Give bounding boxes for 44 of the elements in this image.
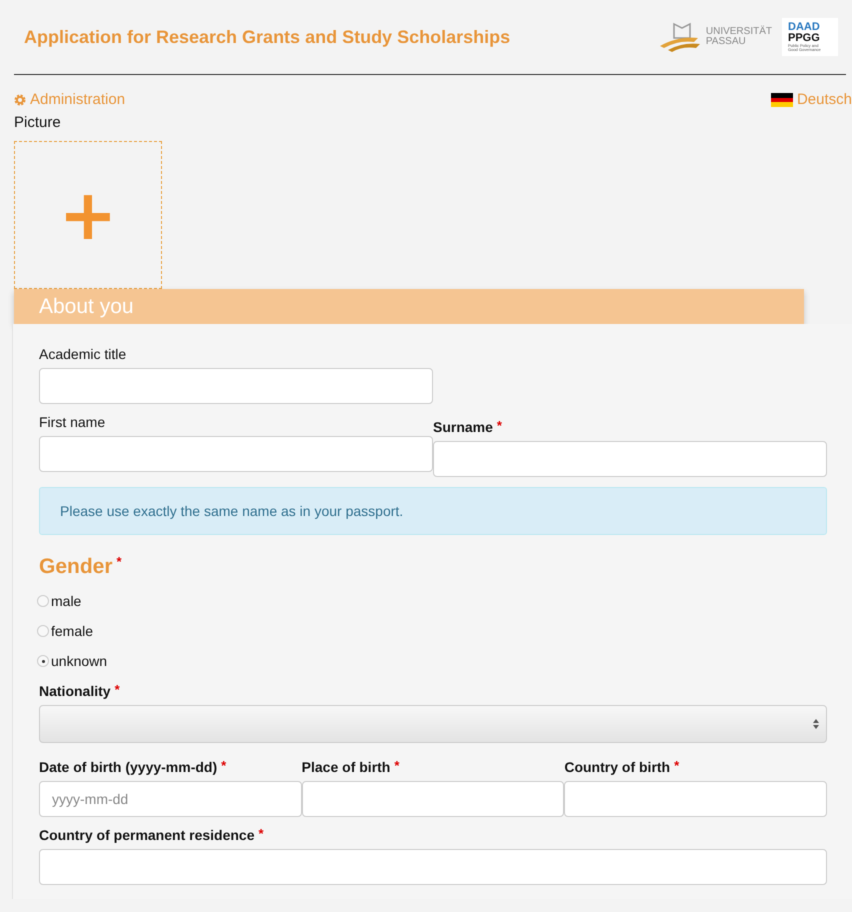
field-label: Nationality (39, 683, 111, 699)
required-marker: * (674, 759, 680, 772)
field-label: First name (39, 414, 106, 430)
required-marker: * (258, 827, 264, 840)
language-link[interactable]: Deutsch (770, 91, 852, 108)
nationality-select[interactable] (39, 705, 827, 743)
required-marker: * (496, 419, 502, 432)
radio-button[interactable] (37, 625, 49, 637)
logo-text: PPGG (788, 33, 821, 44)
input-field[interactable] (564, 781, 828, 817)
add-picture-button[interactable]: + (14, 141, 162, 289)
updown-icon (812, 718, 820, 730)
required-marker: * (114, 683, 120, 696)
input-field[interactable] (39, 849, 827, 885)
picture-label: Picture (14, 114, 62, 131)
page-title: Application for Research Grants and Study Scholarships (24, 26, 510, 48)
required-marker: * (116, 555, 122, 568)
input-field[interactable] (39, 436, 433, 472)
section-header: About you (14, 289, 804, 324)
administration-link[interactable]: Administration (14, 91, 126, 108)
logo-text: UNIVERSITÄT (706, 27, 772, 37)
input-field[interactable] (433, 441, 827, 477)
logo-text: PASSAU (706, 37, 747, 47)
input-field[interactable] (302, 781, 564, 817)
gender-heading: Gender (39, 555, 113, 579)
option-label: female (51, 623, 94, 639)
german-flag-icon (770, 92, 793, 106)
input-field[interactable]: yyyy-mm-dd (39, 781, 302, 817)
input-field[interactable] (39, 368, 433, 404)
option-label: unknown (51, 653, 108, 669)
logo-text: DAAD (788, 22, 821, 33)
required-marker: * (394, 759, 400, 772)
gear-icon (14, 94, 26, 106)
radio-button[interactable] (37, 595, 49, 607)
field-label: Date of birth (yyyy-mm-dd) (39, 759, 218, 775)
required-marker: * (221, 759, 226, 772)
field-label: Surname (433, 419, 493, 435)
radio-button[interactable] (37, 655, 49, 667)
field-label: Country of permanent residence (39, 827, 254, 843)
field-label: Place of birth (302, 759, 390, 775)
info-message: Please use exactly the same name as in your passport. (39, 487, 827, 535)
field-label: Academic title (39, 346, 126, 362)
option-label: male (51, 593, 82, 609)
field-label: Country of birth (564, 759, 670, 775)
